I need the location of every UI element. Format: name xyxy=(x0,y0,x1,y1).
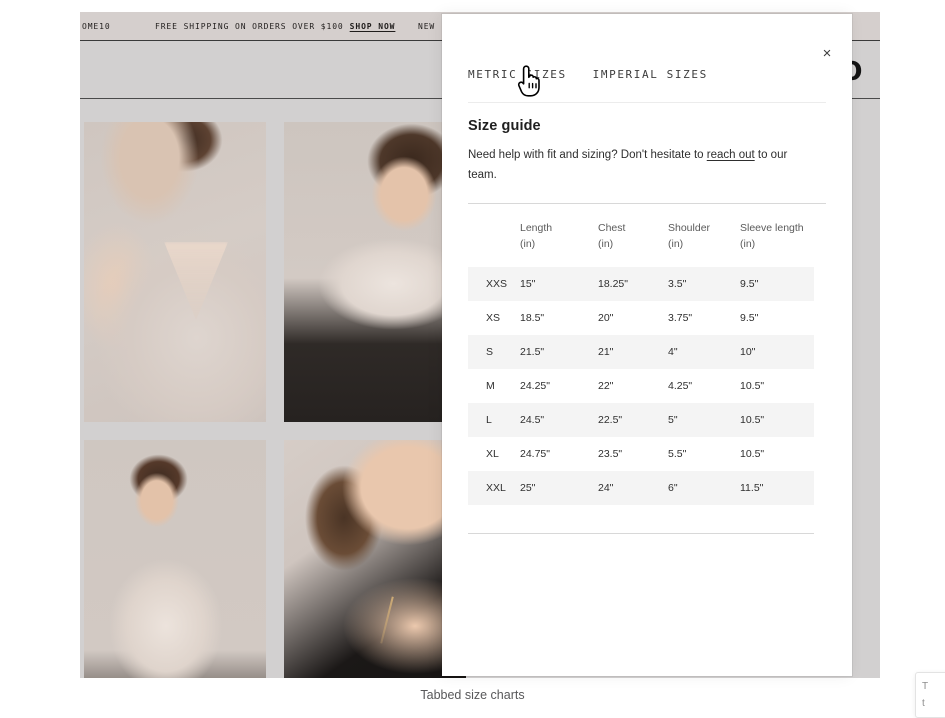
reach-out-link[interactable]: reach out xyxy=(707,149,755,161)
cell-size: XS xyxy=(486,312,501,325)
cell-size: XXL xyxy=(486,482,506,495)
column-header-shoulder: Shoulder (in) xyxy=(668,214,740,268)
tab-imperial-sizes[interactable]: IMPERIAL SIZES xyxy=(593,68,708,91)
cell-length: 21.5" xyxy=(520,346,545,359)
size-unit-tabs: METRIC SIZES IMPERIAL SIZES xyxy=(468,68,708,91)
column-header-length: Length (in) xyxy=(520,214,598,268)
cell-shoulder: 6" xyxy=(668,482,678,495)
cell-length: 24.75" xyxy=(520,448,551,461)
cell-sleeve: 10.5" xyxy=(740,380,765,393)
edge-tooltip-card[interactable]: T t xyxy=(915,672,945,718)
cell-chest: 20" xyxy=(598,312,614,325)
cell-chest: 24" xyxy=(598,482,614,495)
cell-size: L xyxy=(486,414,492,427)
table-row: M 24.25" 22" 4.25" 10.5" xyxy=(468,369,814,403)
table-bottom-divider xyxy=(468,533,814,535)
table-top-divider xyxy=(468,202,826,204)
table-header-row: Length (in) Chest (in) Shoulder (in) Sle… xyxy=(468,214,814,268)
product-photo[interactable] xyxy=(84,122,266,422)
cell-sleeve: 11.5" xyxy=(740,482,764,495)
product-photo[interactable] xyxy=(284,122,466,422)
column-header-unit: (in) xyxy=(740,238,756,251)
shop-now-link[interactable]: SHOP NOW xyxy=(350,22,396,31)
table-row: XS 18.5" 20" 3.75" 9.5" xyxy=(468,301,814,335)
close-icon[interactable]: × xyxy=(812,38,842,68)
cell-length: 24.25" xyxy=(520,380,551,393)
size-chart-table: Length (in) Chest (in) Shoulder (in) Sle… xyxy=(468,214,814,506)
announcement-message-group: FREE SHIPPING ON ORDERS OVER $100 SHOP N… xyxy=(155,22,395,31)
size-chart-body: XXS 15" 18.25" 3.5" 9.5" XS 18.5" 20" 3.… xyxy=(468,267,814,506)
cell-chest: 18.25" xyxy=(598,278,629,291)
size-guide-modal: × METRIC SIZES IMPERIAL SIZES Size guide… xyxy=(442,14,852,676)
cell-shoulder: 3.5" xyxy=(668,278,687,291)
product-photo[interactable] xyxy=(284,440,466,678)
table-row: XXS 15" 18.25" 3.5" 9.5" xyxy=(468,267,814,302)
table-row: L 24.5" 22.5" 5" 10.5" xyxy=(468,403,814,438)
cell-shoulder: 5" xyxy=(668,414,678,427)
size-guide-help-text: Need help with fit and sizing? Don't hes… xyxy=(468,146,790,186)
edge-card-line-1: T xyxy=(922,681,929,692)
cell-shoulder: 4.25" xyxy=(668,380,693,393)
cell-length: 15" xyxy=(520,278,536,291)
table-row: XXL 25" 24" 6" 11.5" xyxy=(468,471,814,506)
cell-chest: 21" xyxy=(598,346,614,359)
cell-chest: 22.5" xyxy=(598,414,623,427)
size-guide-body: Size guide Need help with fit and sizing… xyxy=(468,118,826,535)
cell-size: XL xyxy=(486,448,499,461)
column-header-sleeve-length: Sleeve length (in) xyxy=(740,214,814,268)
column-header-unit: (in) xyxy=(598,238,614,251)
cell-size: M xyxy=(486,380,495,393)
cell-length: 18.5" xyxy=(520,312,545,325)
cell-sleeve: 9.5" xyxy=(740,278,759,291)
tab-metric-sizes[interactable]: METRIC SIZES xyxy=(468,68,567,91)
promo-code-text: OME10 xyxy=(82,21,111,31)
product-photo[interactable] xyxy=(84,440,266,678)
announcement-message: FREE SHIPPING ON ORDERS OVER $100 xyxy=(155,21,344,31)
column-header-name: Length xyxy=(520,221,553,234)
edge-card-line-2: t xyxy=(922,697,925,709)
cell-length: 24.5" xyxy=(520,414,545,427)
column-header-unit: (in) xyxy=(668,238,684,251)
cell-sleeve: 10.5" xyxy=(740,414,765,427)
help-text-before: Need help with fit and sizing? Don't hes… xyxy=(468,149,707,161)
cell-chest: 22" xyxy=(598,380,614,393)
cell-sleeve: 10" xyxy=(740,346,756,359)
size-guide-title: Size guide xyxy=(468,118,541,134)
column-header-name: Sleeve length xyxy=(740,221,804,234)
column-header-size xyxy=(468,214,520,268)
column-header-unit: (in) xyxy=(520,238,536,251)
cell-sleeve: 9.5" xyxy=(740,312,759,325)
column-header-name: Shoulder xyxy=(668,221,711,234)
cell-shoulder: 3.75" xyxy=(668,312,693,325)
cell-sleeve: 10.5" xyxy=(740,448,765,461)
cell-chest: 23.5" xyxy=(598,448,623,461)
table-row: S 21.5" 21" 4" 10" xyxy=(468,335,814,370)
figure-caption: Tabbed size charts xyxy=(420,688,525,702)
tab-divider xyxy=(468,102,826,103)
cell-shoulder: 4" xyxy=(668,346,678,359)
column-header-chest: Chest (in) xyxy=(598,214,668,268)
cell-size: XXS xyxy=(486,278,508,291)
cell-size: S xyxy=(486,346,494,359)
cell-shoulder: 5.5" xyxy=(668,448,687,461)
size-chart-head: Length (in) Chest (in) Shoulder (in) Sle… xyxy=(468,214,814,268)
table-row: XL 24.75" 23.5" 5.5" 10.5" xyxy=(468,437,814,471)
column-header-name: Chest xyxy=(598,221,626,234)
nav-link-new[interactable]: NEW xyxy=(418,22,435,31)
cell-length: 25" xyxy=(520,482,536,495)
